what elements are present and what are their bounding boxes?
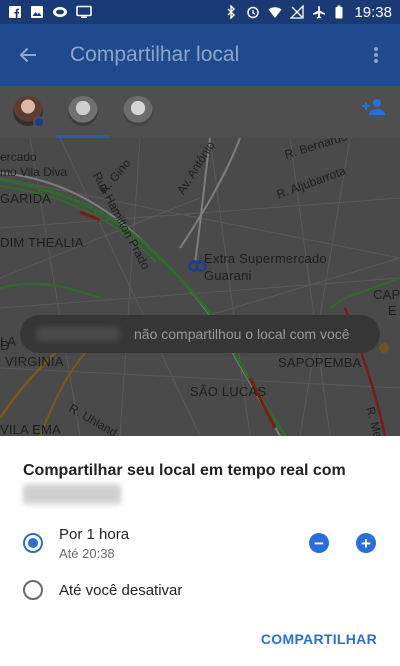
no-signal-icon: [290, 5, 305, 19]
status-right-icons: 19:38: [224, 4, 392, 21]
location-badge: [33, 116, 45, 128]
plus-icon: +: [361, 533, 371, 553]
share-bottom-sheet: Compartilhar seu local em tempo real com…: [0, 436, 400, 666]
airplane-icon: [313, 6, 326, 19]
minus-icon: −: [314, 533, 324, 553]
map-label: mo Vila Diva: [0, 165, 68, 179]
status-left-icons: [8, 5, 92, 19]
link-icon: [53, 7, 67, 17]
back-button[interactable]: [0, 24, 56, 86]
map-label: DIM THEALIA: [0, 235, 84, 250]
map-label: Extra Supermercado: [204, 251, 327, 266]
store-icon: [195, 260, 207, 272]
bluetooth-icon: [227, 5, 236, 19]
map-label: SAPOPEMBA: [278, 355, 362, 370]
map-label: GARIDA: [0, 191, 52, 206]
status-bar: 19:38: [0, 0, 400, 24]
redacted-contact-name: [36, 327, 120, 341]
person-add-icon: [362, 99, 385, 115]
arrow-back-icon: [19, 47, 36, 63]
map-label: ercado: [0, 150, 37, 164]
map-label: CAP: [373, 287, 400, 302]
app-bar: Compartilhar local: [0, 24, 400, 86]
more-vert-icon: [374, 47, 378, 63]
radio-one-hour[interactable]: [23, 533, 43, 553]
avatar-contact-2[interactable]: [123, 96, 153, 126]
status-time: 19:38: [354, 3, 392, 21]
option-one-hour-label[interactable]: Por 1 hora: [59, 526, 129, 543]
facebook-icon: [9, 6, 21, 18]
share-status-toast: não compartilhou o local com você: [20, 315, 380, 353]
redacted-contact-name: [23, 484, 121, 504]
option-until-off-label[interactable]: Até você desativar: [59, 582, 182, 599]
decrease-duration-button[interactable]: −: [309, 533, 329, 553]
add-person-button[interactable]: [362, 98, 386, 121]
more-options-button[interactable]: [352, 24, 400, 86]
avatar-contact-1[interactable]: [68, 96, 98, 126]
map-view[interactable]: ercado mo Vila Diva GARIDA Rua Hamilton …: [0, 138, 400, 436]
option-one-hour-until: Até 20:38: [59, 546, 115, 561]
radio-until-off[interactable]: [23, 580, 43, 600]
toast-message: não compartilhou o local com você: [134, 326, 350, 342]
sheet-title: Compartilhar seu local em tempo real com: [23, 462, 346, 479]
map-label: SÃO LUCAS: [190, 384, 267, 399]
share-button[interactable]: COMPARTILHAR: [261, 631, 377, 647]
tv-icon: [76, 5, 92, 18]
map-label: VIRGINIA: [5, 354, 64, 369]
wifi-icon: [268, 7, 282, 18]
map-label: Guarani: [204, 268, 252, 283]
battery-icon: [335, 5, 343, 19]
alarm-icon: [247, 6, 260, 19]
map-label: LA: [0, 334, 17, 349]
contacts-strip: [0, 86, 400, 138]
map-label: VILA EMA: [0, 422, 61, 436]
map-label: E: [388, 303, 397, 318]
page-title: Compartilhar local: [70, 43, 240, 66]
image-icon: [31, 6, 43, 18]
increase-duration-button[interactable]: +: [356, 533, 376, 553]
